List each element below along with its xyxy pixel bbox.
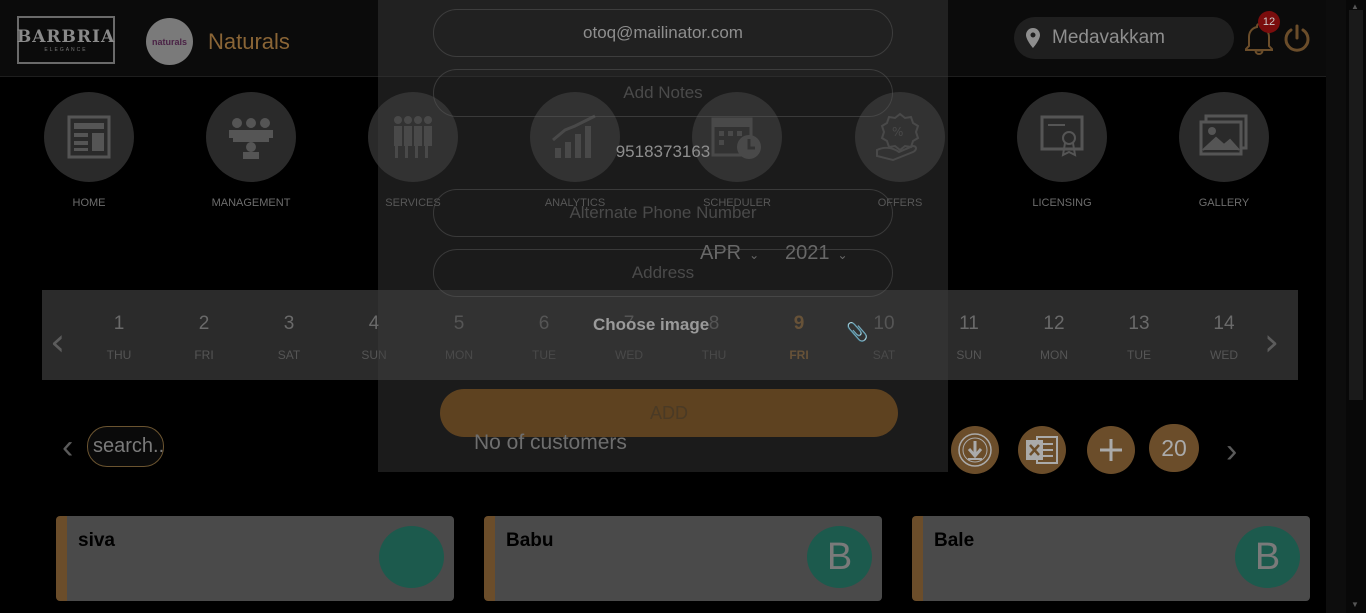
brand-avatar: naturals — [146, 18, 193, 65]
choose-image-button[interactable]: Choose image — [593, 315, 709, 335]
location-label: Medavakkam — [1052, 27, 1165, 48]
brand-name: Naturals — [208, 29, 290, 54]
calendar-prev-arrow-icon[interactable]: ‹ — [50, 320, 65, 364]
nav-label-management: MANAGEMENT — [211, 197, 291, 209]
calendar-day-number: 12 — [1043, 313, 1065, 334]
download-button[interactable] — [951, 426, 999, 474]
logo-text: BARBRIA — [16, 27, 116, 47]
calendar-day-weekday: THU — [106, 348, 132, 362]
nav-label-licensing: LICENSING — [1032, 197, 1092, 209]
calendar-day-weekday: SUN — [956, 348, 982, 362]
prev-page-arrow-icon[interactable]: ‹ — [62, 428, 73, 467]
location-pin-icon — [1026, 28, 1040, 48]
customer-card[interactable]: siva — [56, 516, 454, 601]
nav-gallery[interactable]: GALLERY — [1164, 92, 1284, 209]
nav-licensing[interactable]: LICENSING — [1002, 92, 1122, 209]
next-page-arrow-icon[interactable]: › — [1226, 432, 1237, 471]
power-icon[interactable] — [1283, 24, 1311, 54]
calendar-day[interactable]: 12 MON — [1024, 313, 1084, 362]
nav-management[interactable]: MANAGEMENT — [191, 92, 311, 209]
calendar-day-weekday: MON — [1040, 348, 1068, 362]
customer-card[interactable]: Babu B — [484, 516, 882, 601]
nav-label-home: HOME — [72, 197, 106, 209]
customers-count-label: No of customers — [474, 431, 627, 454]
address-field[interactable]: Address — [433, 249, 893, 297]
location-selector[interactable]: Medavakkam — [1014, 17, 1234, 59]
page-gutter — [1326, 0, 1346, 613]
vertical-scrollbar[interactable]: ▲ ▼ — [1346, 0, 1366, 613]
calendar-day-number: 2 — [198, 313, 210, 334]
app-logo[interactable]: BARBRIA ELEGANCE — [17, 16, 115, 64]
customer-name: siva — [78, 530, 115, 551]
alternate-phone-field[interactable]: Alternate Phone Number — [433, 189, 893, 237]
excel-icon — [1026, 436, 1058, 464]
excel-export-button[interactable] — [1018, 426, 1066, 474]
calendar-day[interactable]: 3 SAT — [259, 313, 319, 362]
customer-name: Bale — [934, 530, 975, 551]
email-field[interactable]: otoq@mailinator.com — [433, 9, 893, 57]
notes-field[interactable]: Add Notes — [433, 69, 893, 117]
calendar-day[interactable]: 14 WED — [1194, 313, 1254, 362]
scroll-down-icon[interactable]: ▼ — [1351, 600, 1359, 609]
search-input[interactable] — [87, 426, 164, 467]
notification-badge: 12 — [1258, 11, 1280, 33]
calendar-day-number: 14 — [1213, 313, 1235, 334]
calendar-day-weekday: FRI — [194, 348, 214, 362]
nav-label-gallery: GALLERY — [1198, 197, 1250, 209]
calendar-day-weekday: WED — [1210, 348, 1238, 362]
nav-home[interactable]: HOME — [29, 92, 149, 209]
calendar-day-number: 11 — [959, 313, 979, 334]
licensing-icon — [1017, 92, 1107, 182]
add-button[interactable]: ADD — [440, 389, 898, 437]
calendar-next-arrow-icon[interactable]: › — [1264, 320, 1279, 364]
logo-subtext: ELEGANCE — [44, 47, 88, 53]
scrollbar-thumb[interactable] — [1349, 10, 1363, 400]
calendar-day[interactable]: 2 FRI — [174, 313, 234, 362]
calendar-day[interactable]: 13 TUE — [1109, 313, 1169, 362]
plus-icon — [1100, 439, 1122, 461]
download-icon — [958, 433, 992, 467]
add-customer-button[interactable] — [1087, 426, 1135, 474]
customer-avatar — [379, 526, 444, 588]
calendar-day-weekday: TUE — [1127, 348, 1151, 362]
paperclip-icon[interactable]: 📎 — [846, 322, 868, 343]
calendar-day-number: 1 — [113, 313, 125, 334]
calendar-day[interactable]: 11 SUN — [939, 313, 999, 362]
calendar-day-number: 3 — [283, 313, 295, 334]
gallery-icon — [1179, 92, 1269, 182]
calendar-day[interactable]: 1 THU — [89, 313, 149, 362]
customer-card[interactable]: Bale B — [912, 516, 1310, 601]
home-icon — [44, 92, 134, 182]
management-icon — [206, 92, 296, 182]
phone-field[interactable]: 9518373163 — [433, 129, 893, 177]
calendar-day-number: 13 — [1128, 313, 1150, 334]
customer-count-badge: 20 — [1149, 424, 1199, 472]
customer-avatar: B — [807, 526, 872, 588]
calendar-day-weekday: SAT — [277, 348, 301, 362]
customer-avatar: B — [1235, 526, 1300, 588]
customer-name: Babu — [506, 530, 554, 551]
